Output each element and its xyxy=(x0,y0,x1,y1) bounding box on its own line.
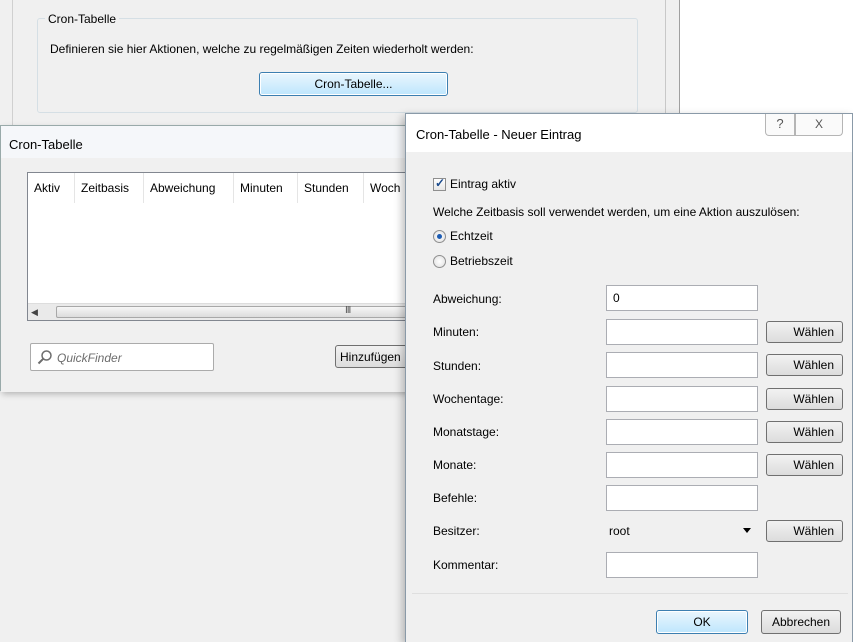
chevron-down-icon[interactable] xyxy=(743,528,751,533)
monate-choose-button[interactable]: Wählen xyxy=(766,454,843,476)
add-entry-button[interactable]: Hinzufügen xyxy=(335,345,415,368)
besitzer-label: Besitzer: xyxy=(433,524,480,538)
minuten-label: Minuten: xyxy=(433,325,480,339)
cancel-button[interactable]: Abbrechen xyxy=(761,610,841,634)
quickfinder-search-input[interactable]: QuickFinder xyxy=(30,343,214,371)
wochentage-field[interactable] xyxy=(606,386,758,412)
abweichung-label: Abweichung: xyxy=(433,292,502,306)
help-button[interactable]: ? xyxy=(765,114,795,136)
search-icon xyxy=(37,350,52,365)
radio-betriebszeit[interactable] xyxy=(433,255,446,268)
quickfinder-placeholder: QuickFinder xyxy=(57,351,122,365)
stunden-label: Stunden: xyxy=(433,359,482,373)
minuten-field[interactable] xyxy=(606,319,758,345)
besitzer-choose-button[interactable]: Wählen xyxy=(766,520,843,542)
radio-selected-dot xyxy=(437,234,442,239)
kommentar-field[interactable] xyxy=(606,552,758,578)
groupbox-title: Cron-Tabelle xyxy=(45,12,120,26)
monate-label: Monate: xyxy=(433,458,477,472)
titlebar[interactable]: Cron-Tabelle - Neuer Eintrag ? X xyxy=(406,114,852,152)
close-icon: X xyxy=(814,117,823,131)
scroll-grip-icon: III xyxy=(345,305,351,316)
column-header-stunden[interactable]: Stunden xyxy=(298,173,364,203)
radio-betriebszeit-label[interactable]: Betriebszeit xyxy=(450,254,513,268)
entry-active-label[interactable]: Eintrag aktiv xyxy=(450,177,516,191)
column-header-zeitbasis[interactable]: Zeitbasis xyxy=(75,173,144,203)
ok-button[interactable]: OK xyxy=(656,610,748,634)
scroll-left-arrow-icon[interactable]: ◀ xyxy=(31,307,38,318)
column-header-wochentage[interactable]: Woch xyxy=(364,173,406,203)
monatstage-label: Monatstage: xyxy=(433,425,500,439)
dialog-title: Cron-Tabelle - Neuer Eintrag xyxy=(416,127,582,142)
befehle-field[interactable] xyxy=(606,485,758,511)
dialog-body: ✓ Eintrag aktiv Welche Zeitbasis soll ve… xyxy=(412,152,848,642)
cron-entries-table[interactable]: Aktiv Zeitbasis Abweichung Minuten Stund… xyxy=(27,172,407,321)
wochentage-choose-button[interactable]: Wählen xyxy=(766,388,843,410)
cron-table-window: Cron-Tabelle Aktiv Zeitbasis Abweichung … xyxy=(0,125,420,392)
entry-active-checkbox[interactable]: ✓ xyxy=(433,176,446,191)
horizontal-scrollbar[interactable]: ◀ III xyxy=(28,303,406,320)
footer-divider xyxy=(412,593,848,594)
cron-table-groupbox xyxy=(37,18,638,113)
help-icon: ? xyxy=(776,116,784,131)
titlebar[interactable]: Cron-Tabelle xyxy=(1,126,419,158)
groupbox-description: Definieren sie hier Aktionen, welche zu … xyxy=(50,42,474,56)
befehle-label: Befehle: xyxy=(433,491,478,505)
wochentage-label: Wochentage: xyxy=(433,392,504,406)
column-header-abweichung[interactable]: Abweichung xyxy=(144,173,234,203)
abweichung-field[interactable]: 0 xyxy=(606,285,758,311)
divider xyxy=(12,0,13,125)
radio-echtzeit[interactable] xyxy=(433,230,446,243)
open-cron-table-button[interactable]: Cron-Tabelle... xyxy=(259,72,448,96)
column-header-aktiv[interactable]: Aktiv xyxy=(28,173,75,203)
timebase-question: Welche Zeitbasis soll verwendet werden, … xyxy=(433,205,800,219)
besitzer-dropdown[interactable]: root xyxy=(606,518,758,544)
kommentar-label: Kommentar: xyxy=(433,558,499,572)
besitzer-selected-value: root xyxy=(609,524,630,538)
monatstage-field[interactable] xyxy=(606,419,758,445)
column-header-minuten[interactable]: Minuten xyxy=(234,173,298,203)
monate-field[interactable] xyxy=(606,452,758,478)
window-body: Aktiv Zeitbasis Abweichung Minuten Stund… xyxy=(1,158,419,392)
monatstage-choose-button[interactable]: Wählen xyxy=(766,421,843,443)
radio-echtzeit-label[interactable]: Echtzeit xyxy=(450,229,493,243)
stunden-choose-button[interactable]: Wählen xyxy=(766,354,843,376)
checkmark-icon: ✓ xyxy=(435,176,446,190)
minuten-choose-button[interactable]: Wählen xyxy=(766,321,843,343)
window-title: Cron-Tabelle xyxy=(9,137,83,152)
scrollbar-thumb[interactable]: III xyxy=(56,305,406,318)
close-button[interactable]: X xyxy=(795,114,843,136)
new-entry-dialog: Cron-Tabelle - Neuer Eintrag ? X ✓ Eintr… xyxy=(405,113,853,642)
stunden-field[interactable] xyxy=(606,352,758,378)
